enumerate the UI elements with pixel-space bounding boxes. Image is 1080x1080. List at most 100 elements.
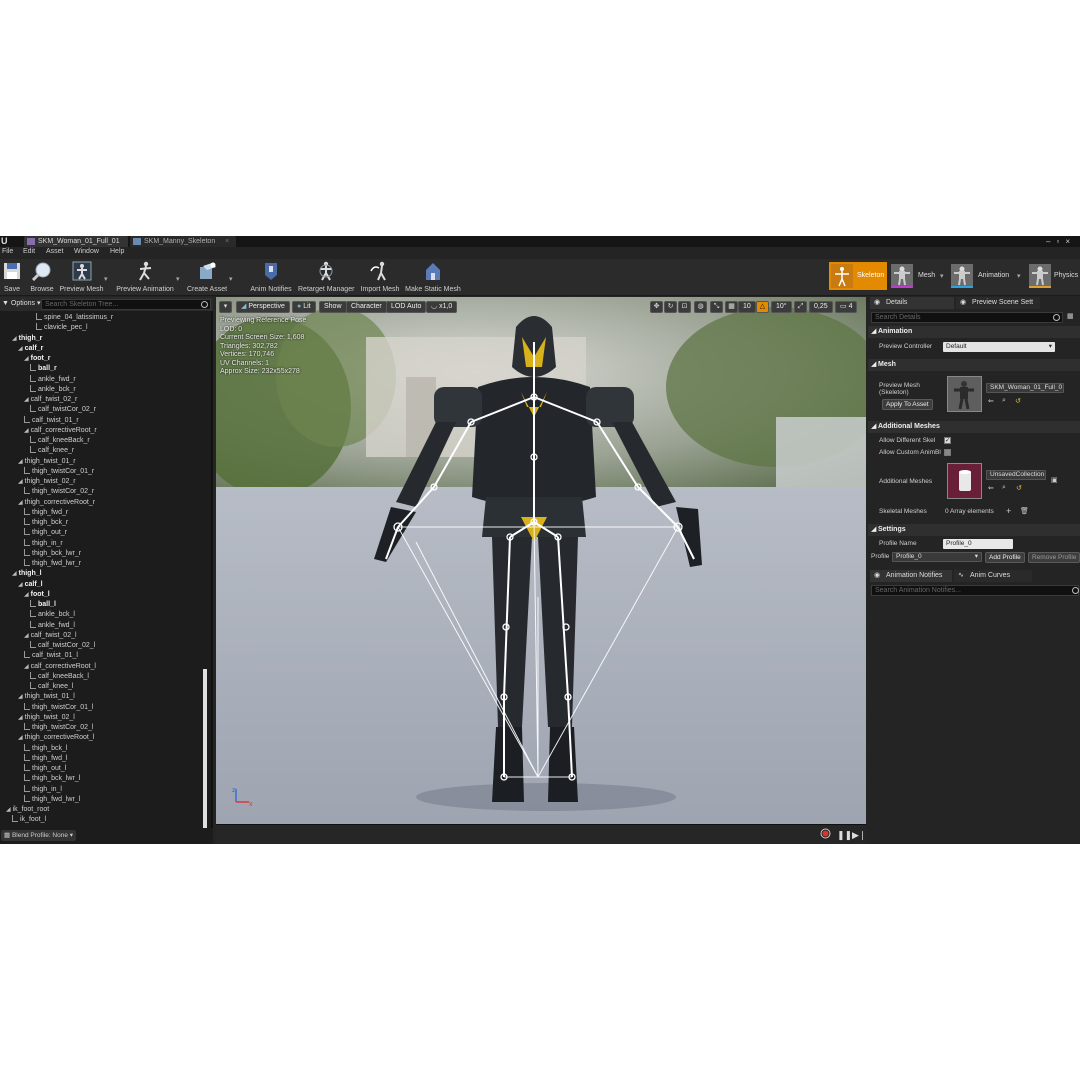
allow-custom-anim-checkbox[interactable] [944, 449, 951, 456]
tree-row-thigh-twist-02-l[interactable]: ◢ thigh_twist_02_l [18, 713, 75, 723]
tree-row-thigh-twistcor-01-l[interactable]: thigh_twistCor_01_l [24, 702, 93, 713]
tree-row-thigh-twist-02-r[interactable]: ◢ thigh_twist_02_r [18, 477, 76, 487]
skeleton-tree-scrollbar[interactable] [203, 669, 207, 841]
expand-arrow-icon[interactable]: ◢ [18, 500, 23, 506]
browse-collection-icon[interactable]: ⌕ [1002, 484, 1006, 492]
viewport-options-dropdown-icon[interactable]: ▾ [219, 301, 232, 313]
tree-row-ball-l[interactable]: ball_l [30, 600, 56, 610]
close-icon[interactable]: × [225, 238, 229, 245]
tree-row-ankle-fwd-l[interactable]: ankle_fwd_l [30, 620, 75, 631]
rotate-icon[interactable]: ↻ [664, 301, 677, 313]
tab-skm-woman[interactable]: SKM_Woman_01_Full_01 [24, 236, 128, 247]
details-view-options-icon[interactable]: ▦ [1067, 312, 1074, 320]
section-mesh[interactable]: ◢ Mesh [868, 359, 1080, 371]
expand-arrow-icon[interactable]: ◢ [24, 397, 29, 403]
expand-arrow-icon[interactable]: ◢ [18, 582, 23, 588]
scale-icon[interactable]: ⊡ [678, 301, 691, 313]
expand-arrow-icon[interactable]: ◢ [6, 807, 11, 813]
expand-arrow-icon[interactable]: ◢ [24, 664, 29, 670]
additional-meshes-thumbnail[interactable] [947, 463, 982, 499]
use-selected-collection-icon[interactable]: ⇐ [988, 484, 994, 492]
skeleton-tree-list[interactable]: spine_04_latissimus_r clavicle_pec_l ◢ thig… [0, 313, 205, 827]
tree-row-calf-r[interactable]: ◢ calf_r [18, 344, 43, 354]
lit-button[interactable]: ● Lit [292, 301, 316, 313]
search-icon[interactable] [201, 301, 208, 308]
preview-controller-dropdown[interactable]: Default ▾ [943, 342, 1055, 352]
tree-row-thigh-correctiveroot-l[interactable]: ◢ thigh_correctiveRoot_l [18, 733, 94, 743]
camera-speed-button[interactable]: ▭ 4 [835, 301, 858, 313]
tree-row-ik-foot-root[interactable]: ◢ ik_foot_root [6, 805, 49, 815]
section-animation[interactable]: ◢ Animation [868, 326, 1080, 338]
mode-skeleton-button[interactable]: Skeleton [829, 262, 887, 290]
rotation-snap-value[interactable]: 10° [771, 301, 792, 313]
window-controls[interactable]: –▫× [1046, 236, 1076, 247]
tab-anim-curves[interactable]: ∿ Anim Curves [954, 570, 1032, 582]
skeleton-tree-search-input[interactable]: Search Skeleton Tree... [41, 299, 211, 310]
expand-arrow-icon[interactable]: ◢ [24, 633, 29, 639]
tree-row-calf-twist-01-r[interactable]: calf_twist_01_r [24, 415, 79, 426]
tree-row-calf-twist-02-l[interactable]: ◢ calf_twist_02_l [24, 631, 77, 641]
details-search-icon[interactable] [1053, 314, 1060, 321]
anim-notifies-button[interactable]: Anim Notifies [249, 261, 293, 295]
add-profile-button[interactable]: Add Profile [985, 552, 1025, 563]
menu-help[interactable]: Help [110, 248, 124, 255]
apply-to-asset-button[interactable]: Apply To Asset [882, 399, 933, 410]
tree-row-calf-kneeback-l[interactable]: calf_kneeBack_l [30, 671, 89, 682]
expand-arrow-icon[interactable]: ◢ [18, 459, 23, 465]
create-asset-dropdown-icon[interactable]: ▾ [229, 275, 233, 283]
mode-physics-button[interactable]: Physics [1027, 262, 1080, 290]
character-button[interactable]: Character [346, 301, 387, 313]
profile-dropdown[interactable]: Profile_0 ▾ [892, 552, 982, 562]
tree-row-foot-l[interactable]: ◢ foot_l [24, 590, 50, 600]
notifies-search-input[interactable]: Search Animation Notifies... [871, 585, 1079, 596]
expand-arrow-icon[interactable]: ◢ [24, 428, 29, 434]
blend-profile-dropdown[interactable]: ▦ Blend Profile: None ▾ [1, 830, 77, 841]
tree-row-thigh-twistcor-02-l[interactable]: thigh_twistCor_02_l [24, 723, 93, 733]
expand-arrow-icon[interactable]: ◢ [18, 735, 23, 741]
tab-details[interactable]: ◉ Details [870, 297, 954, 309]
tree-row-ik-foot-l[interactable]: ik_foot_l [12, 815, 46, 825]
tree-row-thigh-bck-r[interactable]: thigh_bck_r [24, 518, 68, 528]
tree-row-ankle-bck-r[interactable]: ankle_bck_r [30, 384, 76, 395]
playback-speed-button[interactable]: ◡ x1,0 [426, 301, 458, 313]
import-mesh-button[interactable]: Import Mesh [360, 261, 400, 295]
menu-asset[interactable]: Asset [46, 248, 64, 255]
tree-row-calf-twist-01-l[interactable]: calf_twist_01_l [24, 651, 78, 661]
expand-arrow-icon[interactable]: ◢ [24, 356, 29, 362]
tree-row-calf-correctiveroot-l[interactable]: ◢ calf_correctiveRoot_l [24, 662, 96, 672]
show-button[interactable]: Show [319, 301, 347, 313]
tab-animation-notifies[interactable]: ◉ Animation Notifies [870, 570, 952, 582]
use-selected-asset-icon[interactable]: ⇐ [988, 397, 994, 405]
tree-row-thigh-correctiveroot-r[interactable]: ◢ thigh_correctiveRoot_r [18, 498, 95, 508]
mesh-mode-dropdown-icon[interactable]: ▾ [940, 272, 944, 280]
tree-row-spine-04-latissimus-r[interactable]: spine_04_latissimus_r [36, 313, 113, 323]
viewport-scene[interactable]: z x ▾ ◢ Perspective ● Lit Show Character… [216, 297, 866, 824]
grid-snap-value[interactable]: 10 [738, 301, 756, 313]
make-static-mesh-button[interactable]: Make Static Mesh [405, 261, 461, 295]
tab-skm-manny-skeleton[interactable]: SKM_Manny_Skeleton × [130, 236, 236, 247]
tree-row-thigh-out-l[interactable]: thigh_out_l [24, 764, 66, 774]
close-window-icon[interactable]: × [1065, 237, 1076, 246]
pause-icon[interactable]: ❚❚ [837, 830, 852, 841]
tree-row-calf-twistcor-02-r[interactable]: calf_twistCor_02_r [30, 405, 96, 415]
reset-collection-icon[interactable]: ↺ [1016, 484, 1022, 492]
tree-row-thigh-fwd-lwr-l[interactable]: thigh_fwd_lwr_l [24, 794, 80, 805]
tree-row-calf-l[interactable]: ◢ calf_l [18, 580, 43, 590]
tree-row-calf-twist-02-r[interactable]: ◢ calf_twist_02_r [24, 395, 77, 405]
tree-row-thigh-twist-01-r[interactable]: ◢ thigh_twist_01_r [18, 457, 76, 467]
save-button[interactable]: Save [2, 261, 22, 295]
allow-different-skel-checkbox[interactable]: ✓ [944, 437, 951, 444]
preview-mesh-button[interactable]: Preview Mesh [59, 261, 104, 295]
add-element-icon[interactable]: + [1006, 506, 1011, 516]
preview-mesh-dropdown-icon[interactable]: ▾ [104, 275, 108, 283]
translate-icon[interactable]: ✥ [650, 301, 663, 313]
expand-arrow-icon[interactable]: ◢ [18, 346, 23, 352]
preview-animation-dropdown-icon[interactable]: ▾ [176, 275, 180, 283]
expand-arrow-icon[interactable]: ◢ [18, 694, 23, 700]
unreal-logo-icon[interactable]: U [1, 236, 10, 247]
tree-row-ankle-bck-l[interactable]: ankle_bck_l [30, 610, 75, 620]
details-search-input[interactable]: Search Details [871, 312, 1063, 323]
tree-row-thigh-twistcor-01-r[interactable]: thigh_twistCor_01_r [24, 466, 94, 477]
preview-animation-button[interactable]: Preview Animation [115, 261, 175, 295]
step-forward-icon[interactable]: ▶❘ [852, 830, 866, 841]
